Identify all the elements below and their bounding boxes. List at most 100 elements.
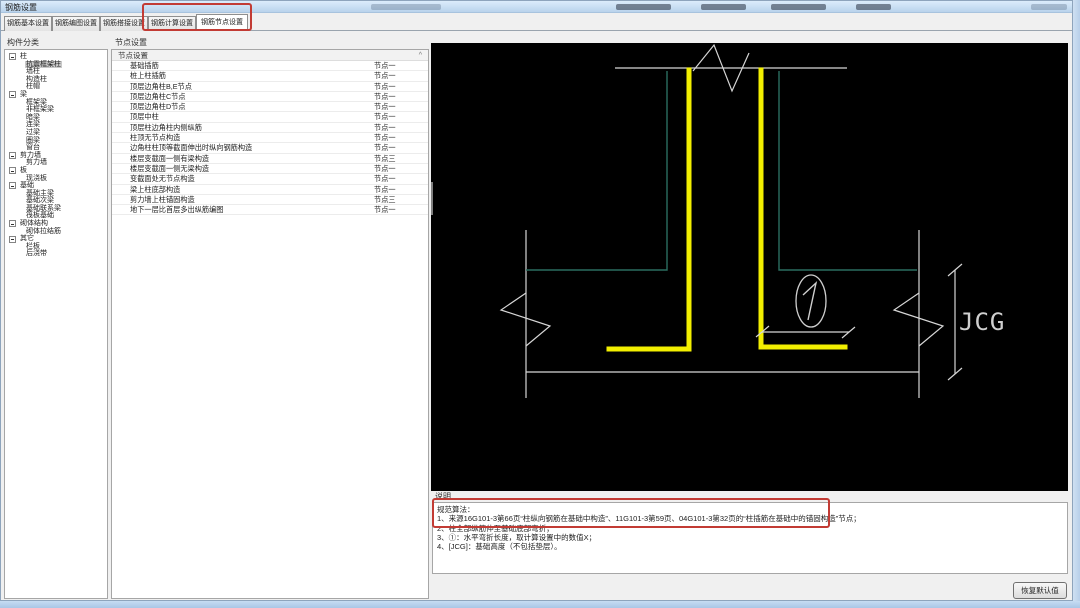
- tree-item[interactable]: 抗震框架柱: [5, 60, 107, 69]
- collapse-minus-icon[interactable]: [9, 182, 16, 190]
- node-value-dropdown[interactable]: 节点一: [374, 123, 396, 133]
- node-value-dropdown[interactable]: 节点一: [374, 164, 396, 174]
- tree-item[interactable]: 基础主梁: [5, 190, 107, 198]
- settings-tab-bar: 钢筋基本设置 钢筋编图设置 钢筋搭接设置 钢筋计算设置 钢筋节点设置: [1, 14, 1072, 31]
- tree-item-label: 窗台: [26, 144, 40, 152]
- node-value-dropdown[interactable]: 节点一: [374, 185, 396, 195]
- tab-rebar-lap-settings[interactable]: 钢筋搭接设置: [100, 16, 148, 31]
- tree-item-label: 现浇板: [26, 174, 47, 182]
- tab-rebar-node-settings[interactable]: 钢筋节点设置: [196, 14, 248, 31]
- tree-item[interactable]: 框架梁: [5, 99, 107, 107]
- tree-item[interactable]: 圈梁: [5, 137, 107, 145]
- tree-item[interactable]: 剪力墙: [5, 152, 107, 160]
- node-value-dropdown[interactable]: 节点一: [374, 143, 396, 153]
- node-row[interactable]: 顶层柱边角柱内侧纵筋 节点一: [112, 123, 428, 134]
- tree-item-label: 剪力墙: [26, 159, 47, 167]
- tree-item[interactable]: 其它: [5, 235, 107, 243]
- tree-item[interactable]: 暗梁: [5, 114, 107, 122]
- tab-rebar-calc-settings[interactable]: 钢筋计算设置: [148, 16, 196, 31]
- tree-item[interactable]: 现浇板: [5, 175, 107, 183]
- cad-drawing: JCG: [431, 43, 1004, 398]
- titlebar-background-artifact: [616, 4, 671, 10]
- collapse-minus-icon[interactable]: [9, 53, 16, 61]
- tree-item-label: 墙柱: [26, 68, 40, 76]
- node-row[interactable]: 顶层中柱 节点一: [112, 112, 428, 123]
- collapse-minus-icon[interactable]: [9, 167, 16, 175]
- node-value-dropdown[interactable]: 节点三: [374, 195, 396, 205]
- tree-item[interactable]: 构造柱: [5, 76, 107, 84]
- node-value-dropdown[interactable]: 节点一: [374, 92, 396, 102]
- node-name: 柱顶无节点构造: [130, 133, 181, 143]
- node-value-dropdown[interactable]: 节点一: [374, 82, 396, 92]
- node-value-dropdown[interactable]: 节点一: [374, 61, 396, 71]
- tree-item[interactable]: 窗台: [5, 144, 107, 152]
- node-row[interactable]: 边角柱柱顶等截面伸出时纵向钢筋构造 节点一: [112, 143, 428, 154]
- tree-item[interactable]: 基础: [5, 182, 107, 190]
- tab-rebar-basic-settings[interactable]: 钢筋基本设置: [4, 16, 52, 31]
- node-value-dropdown[interactable]: 节点一: [374, 102, 396, 112]
- tree-item-label: 非框架梁: [26, 106, 54, 114]
- node-rows-container: 基础插筋 节点一 桩上柱插筋 节点一 顶层边角柱B,E节点 节点一 顶层边角柱C…: [112, 61, 428, 216]
- collapse-minus-icon[interactable]: [9, 235, 16, 243]
- restore-defaults-button[interactable]: 恢复默认值: [1013, 582, 1067, 599]
- tree-item[interactable]: 柱: [5, 53, 107, 61]
- node-value-dropdown[interactable]: 节点一: [374, 205, 396, 215]
- node-row[interactable]: 变截面处无节点构造 节点一: [112, 174, 428, 185]
- tree-item[interactable]: 梁: [5, 91, 107, 99]
- node-row[interactable]: 梁上柱底部构造 节点一: [112, 185, 428, 195]
- tree-item[interactable]: 过梁: [5, 129, 107, 137]
- tree-item[interactable]: 非框架梁: [5, 106, 107, 114]
- titlebar-background-artifact: [701, 4, 746, 10]
- collapse-minus-icon[interactable]: [9, 220, 16, 228]
- tree-item-label: 基础次梁: [26, 197, 54, 205]
- rebar-settings-dialog: 钢筋设置 钢筋基本设置 钢筋编图设置 钢筋搭接设置 钢筋计算设置 钢筋节点设置 构件分类…: [0, 0, 1073, 601]
- tree-item[interactable]: 基础次梁: [5, 197, 107, 205]
- node-row[interactable]: 地下一层比首层多出纵筋编图 节点一: [112, 205, 428, 216]
- note-header: 说明: [435, 492, 451, 501]
- node-row[interactable]: 楼层变截面一侧有梁构造 节点三: [112, 154, 428, 164]
- node-value-dropdown[interactable]: 节点一: [374, 174, 396, 184]
- node-value-dropdown[interactable]: 节点一: [374, 71, 396, 81]
- note-line: 规范算法：: [437, 505, 475, 514]
- tree-item-label: 后浇带: [26, 250, 47, 258]
- node-value-dropdown[interactable]: 节点三: [374, 154, 396, 164]
- tree-item[interactable]: 后浇带: [5, 250, 107, 258]
- node-row[interactable]: 剪力墙上柱锚固构造 节点三: [112, 194, 428, 206]
- note-text-box: 规范算法： 1、来源16G101-3第66页“柱纵向钢筋在基础中构造”、11G10…: [432, 502, 1068, 574]
- tree-item[interactable]: 栏板: [5, 243, 107, 251]
- node-row[interactable]: 顶层边角柱C节点 节点一: [112, 91, 428, 103]
- detail-bubble-icon: [795, 274, 827, 328]
- group-header-label: 节点设置: [118, 51, 148, 60]
- tree-item[interactable]: 筏板基础: [5, 212, 107, 220]
- node-row[interactable]: 顶层边角柱B,E节点 节点一: [112, 82, 428, 92]
- tree-item[interactable]: 基础联系梁: [5, 205, 107, 213]
- tree-item[interactable]: 墙柱: [5, 68, 107, 76]
- collapse-minus-icon[interactable]: [9, 152, 16, 160]
- collapse-minus-icon[interactable]: [9, 91, 16, 99]
- window-bottom-border: [0, 601, 1080, 608]
- node-row[interactable]: 柱顶无节点构造 节点一: [112, 133, 428, 144]
- node-value-dropdown[interactable]: 节点一: [374, 112, 396, 122]
- collapse-icon[interactable]: ^: [419, 50, 422, 61]
- tree-item[interactable]: 柱帽: [5, 83, 107, 91]
- node-value-dropdown[interactable]: 节点一: [374, 133, 396, 143]
- tree-item[interactable]: 剪力墙: [5, 159, 107, 167]
- node-row[interactable]: 楼层变截面一侧无梁构造 节点一: [112, 164, 428, 175]
- tree-item[interactable]: 板: [5, 167, 107, 175]
- tab-rebar-drawing-settings[interactable]: 钢筋编图设置: [52, 16, 100, 31]
- node-row[interactable]: 基础插筋 节点一: [112, 61, 428, 72]
- note-line: 4、[JCG]：基础高度（不包括垫层）。: [437, 542, 562, 552]
- tree-item[interactable]: 连梁: [5, 121, 107, 129]
- node-name: 剪力墙上柱锚固构造: [130, 194, 195, 204]
- node-name: 地下一层比首层多出纵筋编图: [130, 205, 224, 215]
- tree-item-label: 过梁: [26, 128, 40, 136]
- node-name: 顶层边角柱C节点: [130, 91, 186, 101]
- node-row[interactable]: 桩上柱插筋 节点一: [112, 71, 428, 82]
- cad-preview-canvas: JCG: [431, 43, 1068, 491]
- window-right-border: [1073, 0, 1080, 601]
- node-settings-list: 节点设置 ^ 基础插筋 节点一 桩上柱插筋 节点一 顶层边角柱B,E节点 节点一…: [111, 49, 429, 599]
- node-row[interactable]: 顶层边角柱D节点 节点一: [112, 102, 428, 113]
- node-settings-group-header: 节点设置 ^: [112, 50, 428, 61]
- component-tree: 柱抗震框架柱 墙柱 构造柱 柱帽梁框架梁 非框架梁 暗梁 连梁 过梁 圈梁 窗台 剪力墙 剪力墙板现浇…: [4, 49, 108, 599]
- tree-item[interactable]: 砌体结构: [5, 220, 107, 228]
